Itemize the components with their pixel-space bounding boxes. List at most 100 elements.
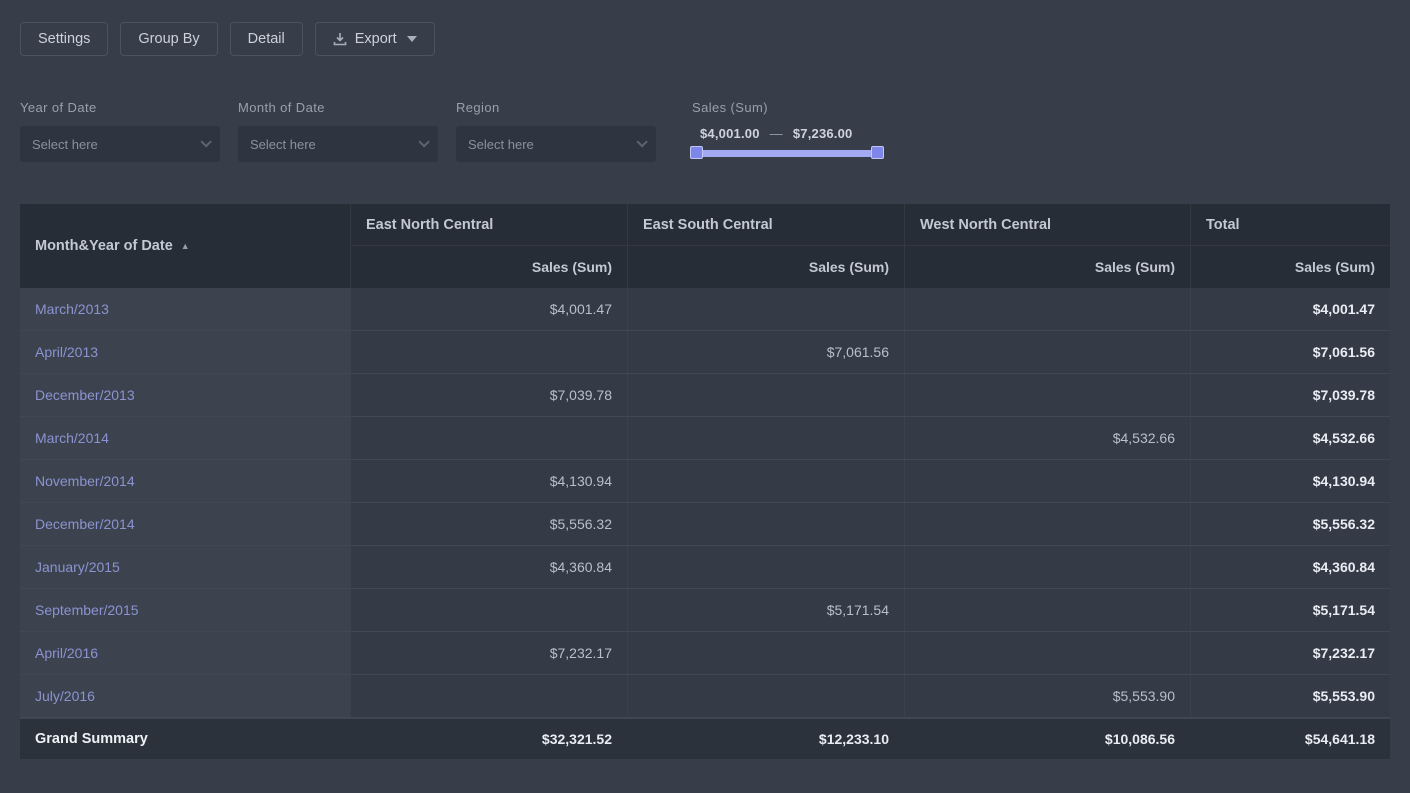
total-cell: $4,130.94 xyxy=(1190,460,1390,502)
grand-summary-row: Grand Summary $32,321.52 $12,233.10 $10,… xyxy=(20,718,1390,759)
chevron-down-icon xyxy=(407,36,417,42)
total-cell: $5,553.90 xyxy=(1190,675,1390,717)
row-label[interactable]: December/2014 xyxy=(20,503,350,545)
column-group: Total Sales (Sum) xyxy=(1190,204,1390,288)
slider-max-value: $7,236.00 xyxy=(793,126,853,141)
value-cell xyxy=(627,632,904,674)
detail-button[interactable]: Detail xyxy=(230,22,303,56)
slider-handle-max[interactable] xyxy=(871,146,884,159)
filter-month-of-date: Month of Date Select here xyxy=(238,100,438,162)
slider-dash: — xyxy=(770,126,783,141)
table-row: December/2013$7,039.78$7,039.78 xyxy=(20,374,1390,417)
value-cell xyxy=(904,460,1190,502)
value-cell xyxy=(904,374,1190,416)
row-label[interactable]: April/2016 xyxy=(20,632,350,674)
export-button-label: Export xyxy=(355,31,397,47)
filter-label: Year of Date xyxy=(20,100,220,115)
grand-summary-cell: $10,086.56 xyxy=(904,719,1190,759)
filter-label: Month of Date xyxy=(238,100,438,115)
table-body: March/2013$4,001.47$4,001.47April/2013$7… xyxy=(20,288,1390,718)
row-label[interactable]: April/2013 xyxy=(20,331,350,373)
filter-label: Region xyxy=(456,100,656,115)
download-icon xyxy=(333,32,347,46)
row-label[interactable]: March/2014 xyxy=(20,417,350,459)
toolbar: Settings Group By Detail Export xyxy=(20,22,1410,56)
value-cell xyxy=(627,288,904,330)
value-cell: $4,360.84 xyxy=(350,546,627,588)
value-cell xyxy=(627,675,904,717)
row-label[interactable]: November/2014 xyxy=(20,460,350,502)
filter-label: Sales (Sum) xyxy=(692,100,882,115)
row-label[interactable]: September/2015 xyxy=(20,589,350,631)
measure-label: Sales (Sum) xyxy=(905,246,1190,288)
total-cell: $7,061.56 xyxy=(1190,331,1390,373)
value-cell xyxy=(627,546,904,588)
slider-range-values: $4,001.00 — $7,236.00 xyxy=(700,126,882,141)
table-row: November/2014$4,130.94$4,130.94 xyxy=(20,460,1390,503)
group-by-button[interactable]: Group By xyxy=(120,22,217,56)
value-cell xyxy=(904,331,1190,373)
measure-label: Sales (Sum) xyxy=(351,246,627,288)
select-placeholder: Select here xyxy=(32,137,98,152)
total-cell: $5,171.54 xyxy=(1190,589,1390,631)
chevron-down-icon xyxy=(200,136,211,147)
column-group: West North Central Sales (Sum) xyxy=(904,204,1190,288)
measure-label: Sales (Sum) xyxy=(628,246,904,288)
value-cell xyxy=(904,632,1190,674)
year-of-date-select[interactable]: Select here xyxy=(20,126,220,162)
export-button[interactable]: Export xyxy=(315,22,435,56)
sort-ascending-icon: ▲ xyxy=(181,241,190,251)
filter-region: Region Select here xyxy=(456,100,656,162)
value-cell xyxy=(627,417,904,459)
table-row: December/2014$5,556.32$5,556.32 xyxy=(20,503,1390,546)
sales-sum-filter: Sales (Sum) $4,001.00 — $7,236.00 xyxy=(692,100,882,157)
grand-summary-cell: $12,233.10 xyxy=(627,719,904,759)
table-row: April/2016$7,232.17$7,232.17 xyxy=(20,632,1390,675)
table-row: July/2016 $5,553.90$5,553.90 xyxy=(20,675,1390,718)
settings-button[interactable]: Settings xyxy=(20,22,108,56)
grand-summary-label: Grand Summary xyxy=(20,719,350,759)
slider-handle-min[interactable] xyxy=(690,146,703,159)
table-row: January/2015$4,360.84$4,360.84 xyxy=(20,546,1390,589)
slider-min-value: $4,001.00 xyxy=(700,126,760,141)
row-header-label: Month&Year of Date xyxy=(35,238,173,254)
column-header[interactable]: East South Central xyxy=(628,204,904,246)
pivot-table: Month&Year of Date ▲ East North Central … xyxy=(20,204,1390,759)
value-cell xyxy=(904,589,1190,631)
value-cell: $4,130.94 xyxy=(350,460,627,502)
column-header[interactable]: East North Central xyxy=(351,204,627,246)
column-group: East North Central Sales (Sum) xyxy=(350,204,627,288)
column-header-month-year[interactable]: Month&Year of Date ▲ xyxy=(20,204,350,288)
column-header[interactable]: Total xyxy=(1191,204,1390,246)
total-cell: $7,232.17 xyxy=(1190,632,1390,674)
select-placeholder: Select here xyxy=(250,137,316,152)
table-header: Month&Year of Date ▲ East North Central … xyxy=(20,204,1390,288)
value-cell: $4,001.47 xyxy=(350,288,627,330)
table-row: September/2015$5,171.54$5,171.54 xyxy=(20,589,1390,632)
chevron-down-icon xyxy=(636,136,647,147)
value-cell: $7,061.56 xyxy=(627,331,904,373)
chevron-down-icon xyxy=(418,136,429,147)
total-cell: $4,360.84 xyxy=(1190,546,1390,588)
region-select[interactable]: Select here xyxy=(456,126,656,162)
column-header[interactable]: West North Central xyxy=(905,204,1190,246)
column-group: East South Central Sales (Sum) xyxy=(627,204,904,288)
row-label[interactable]: July/2016 xyxy=(20,675,350,717)
grand-summary-cell: $54,641.18 xyxy=(1190,719,1390,759)
row-label[interactable]: March/2013 xyxy=(20,288,350,330)
row-label[interactable]: January/2015 xyxy=(20,546,350,588)
value-cell xyxy=(350,589,627,631)
value-cell xyxy=(904,288,1190,330)
table-row: April/2013 $7,061.56 $7,061.56 xyxy=(20,331,1390,374)
row-label[interactable]: December/2013 xyxy=(20,374,350,416)
value-cell xyxy=(904,546,1190,588)
total-cell: $4,001.47 xyxy=(1190,288,1390,330)
month-of-date-select[interactable]: Select here xyxy=(238,126,438,162)
value-cell: $5,553.90 xyxy=(904,675,1190,717)
total-cell: $4,532.66 xyxy=(1190,417,1390,459)
value-cell xyxy=(350,675,627,717)
value-cell: $5,556.32 xyxy=(350,503,627,545)
filters-bar: Year of Date Select here Month of Date S… xyxy=(20,100,1410,162)
sales-range-slider-track[interactable] xyxy=(692,150,882,157)
value-cell xyxy=(350,331,627,373)
